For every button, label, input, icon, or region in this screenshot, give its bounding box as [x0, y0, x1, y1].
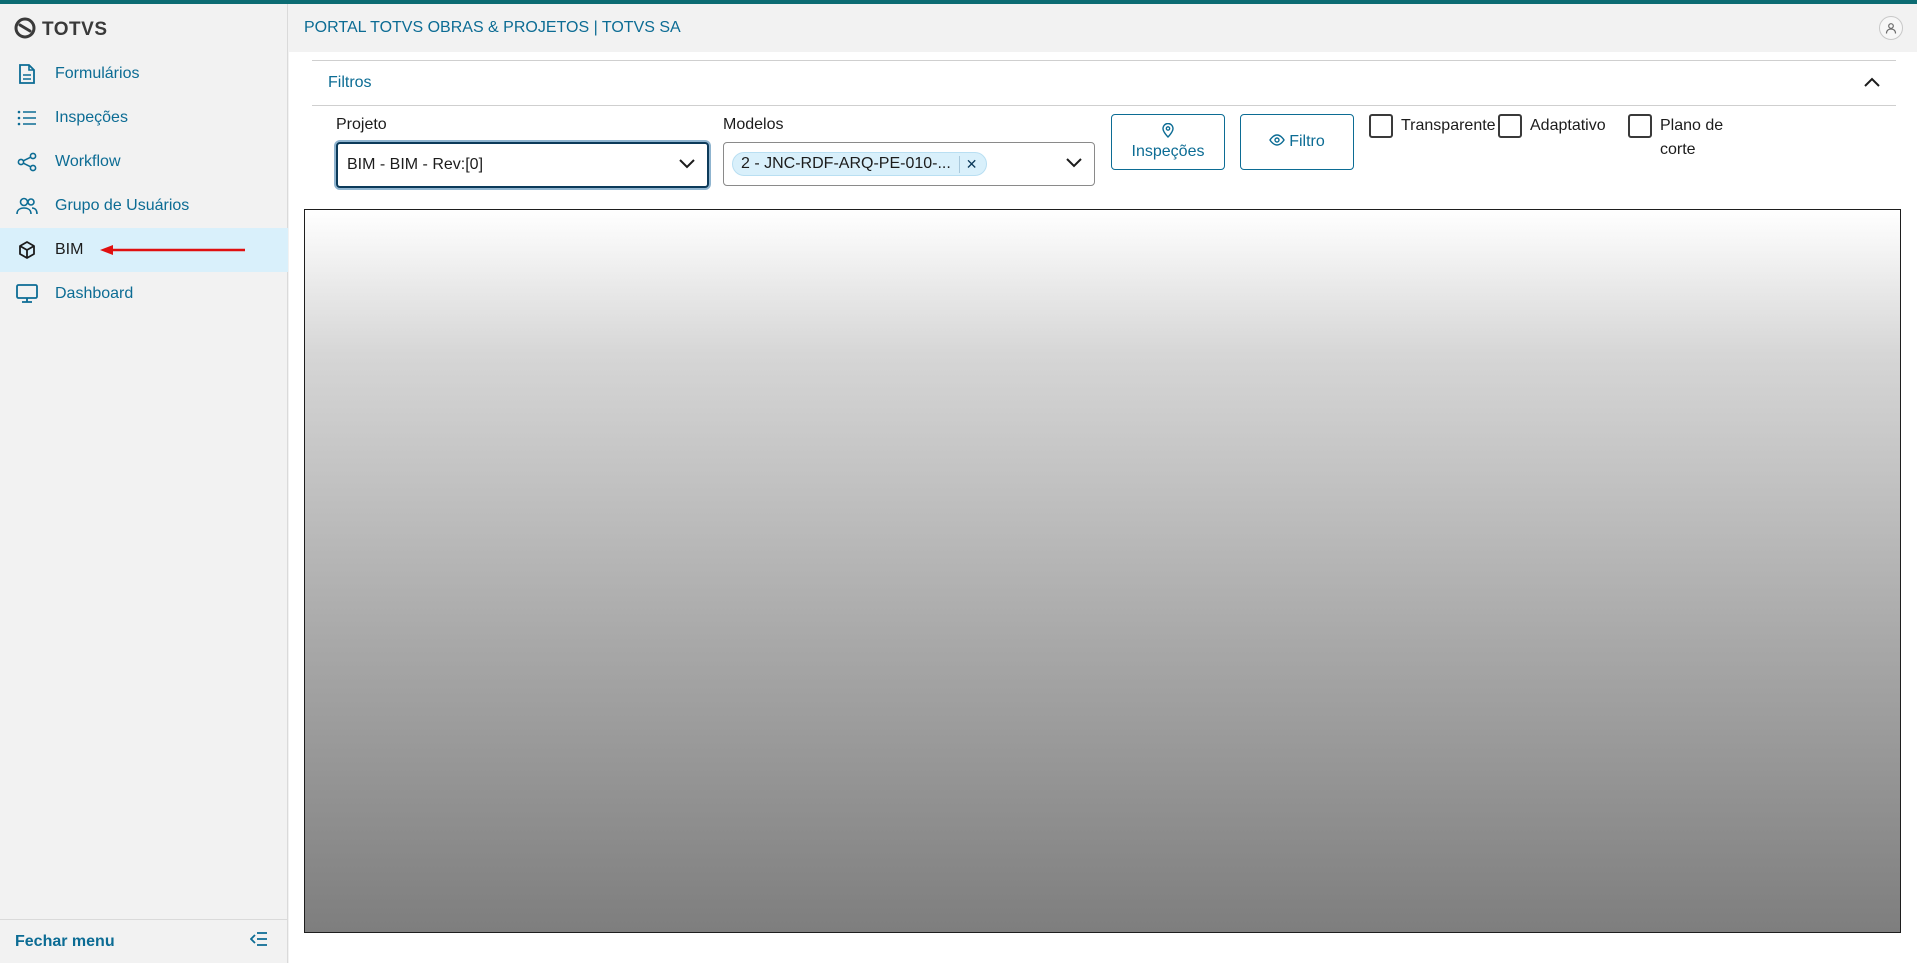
- chevron-down-icon: [679, 156, 695, 174]
- filtro-button[interactable]: Filtro: [1240, 114, 1354, 170]
- document-icon: [15, 62, 39, 86]
- list-icon: [15, 106, 39, 130]
- adaptativo-checkbox-group: Adaptativo: [1498, 114, 1606, 138]
- map-pin-icon: [1162, 122, 1174, 143]
- eye-icon: [1269, 133, 1286, 151]
- collapse-menu-icon: [249, 932, 268, 951]
- users-icon: [15, 194, 39, 218]
- modelo-chip-label: 2 - JNC-RDF-ARQ-PE-010-...: [741, 155, 951, 172]
- sidebar-item-label: Formulários: [55, 65, 140, 82]
- projeto-label: Projeto: [336, 116, 387, 133]
- main-content: Filtros Projeto BIM - BIM - Rev:[0] Mode…: [289, 52, 1917, 963]
- close-menu-label: Fechar menu: [15, 932, 115, 950]
- modelos-multiselect[interactable]: 2 - JNC-RDF-ARQ-PE-010-... ✕: [723, 142, 1095, 186]
- plano-de-corte-checkbox-group: Plano de corte: [1628, 114, 1723, 162]
- transparente-label: Transparente: [1401, 117, 1496, 134]
- plano-de-corte-checkbox[interactable]: [1628, 114, 1652, 138]
- chevron-down-icon: [1066, 155, 1082, 173]
- user-icon: [1885, 23, 1897, 34]
- sidebar-item-label: Grupo de Usuários: [55, 197, 190, 214]
- transparente-checkbox-group: Transparente: [1369, 114, 1496, 138]
- sidebar-item-label: Workflow: [55, 153, 121, 170]
- annotation-arrow-icon: [100, 245, 245, 255]
- totvs-logo-icon: [14, 17, 36, 44]
- filters-title: Filtros: [328, 74, 372, 91]
- share-nodes-icon: [15, 150, 39, 174]
- filtro-button-label: Filtro: [1289, 133, 1325, 150]
- plano-de-corte-label: Plano de corte: [1660, 114, 1723, 162]
- sidebar-item-grupo-de-usuarios[interactable]: Grupo de Usuários: [0, 184, 288, 228]
- user-avatar-button[interactable]: [1879, 16, 1903, 40]
- logo-text: TOTVS: [42, 19, 108, 40]
- modelo-chip: 2 - JNC-RDF-ARQ-PE-010-... ✕: [732, 152, 987, 176]
- projeto-select[interactable]: BIM - BIM - Rev:[0]: [336, 142, 709, 188]
- close-menu-button[interactable]: Fechar menu: [0, 919, 288, 963]
- sidebar-item-label: BIM: [55, 241, 84, 258]
- sidebar-item-label: Dashboard: [55, 285, 134, 302]
- sidebar-item-label: Inspeções: [55, 109, 128, 126]
- inspecoes-button[interactable]: Inspeções: [1111, 114, 1225, 170]
- header: PORTAL TOTVS OBRAS & PROJETOS | TOTVS SA: [289, 4, 1917, 52]
- sidebar-nav: Formulários Inspeções Workflow Grupo de …: [0, 52, 288, 316]
- chevron-up-icon[interactable]: [1864, 74, 1880, 92]
- bim-3d-viewer[interactable]: [304, 209, 1901, 933]
- plano-de-corte-label-line2: corte: [1660, 141, 1696, 158]
- page-title: PORTAL TOTVS OBRAS & PROJETOS | TOTVS SA: [304, 19, 681, 36]
- monitor-icon: [15, 282, 39, 306]
- sidebar-item-inspecoes[interactable]: Inspeções: [0, 96, 288, 140]
- plano-de-corte-label-line1: Plano de: [1660, 117, 1724, 134]
- inspecoes-button-label: Inspeções: [1131, 143, 1205, 160]
- projeto-select-value: BIM - BIM - Rev:[0]: [347, 156, 484, 173]
- transparente-checkbox[interactable]: [1369, 114, 1393, 138]
- sidebar-item-formularios[interactable]: Formulários: [0, 52, 288, 96]
- adaptativo-checkbox[interactable]: [1498, 114, 1522, 138]
- cube-icon: [15, 238, 39, 262]
- remove-chip-icon[interactable]: ✕: [958, 155, 978, 173]
- logo: TOTVS: [14, 16, 108, 44]
- filters-accordion-header[interactable]: Filtros: [312, 60, 1896, 106]
- adaptativo-label: Adaptativo: [1530, 117, 1606, 134]
- modelos-label: Modelos: [723, 116, 784, 133]
- sidebar: TOTVS Formulários Inspeções Workflow Gru…: [0, 4, 288, 963]
- sidebar-item-workflow[interactable]: Workflow: [0, 140, 288, 184]
- sidebar-item-dashboard[interactable]: Dashboard: [0, 272, 288, 316]
